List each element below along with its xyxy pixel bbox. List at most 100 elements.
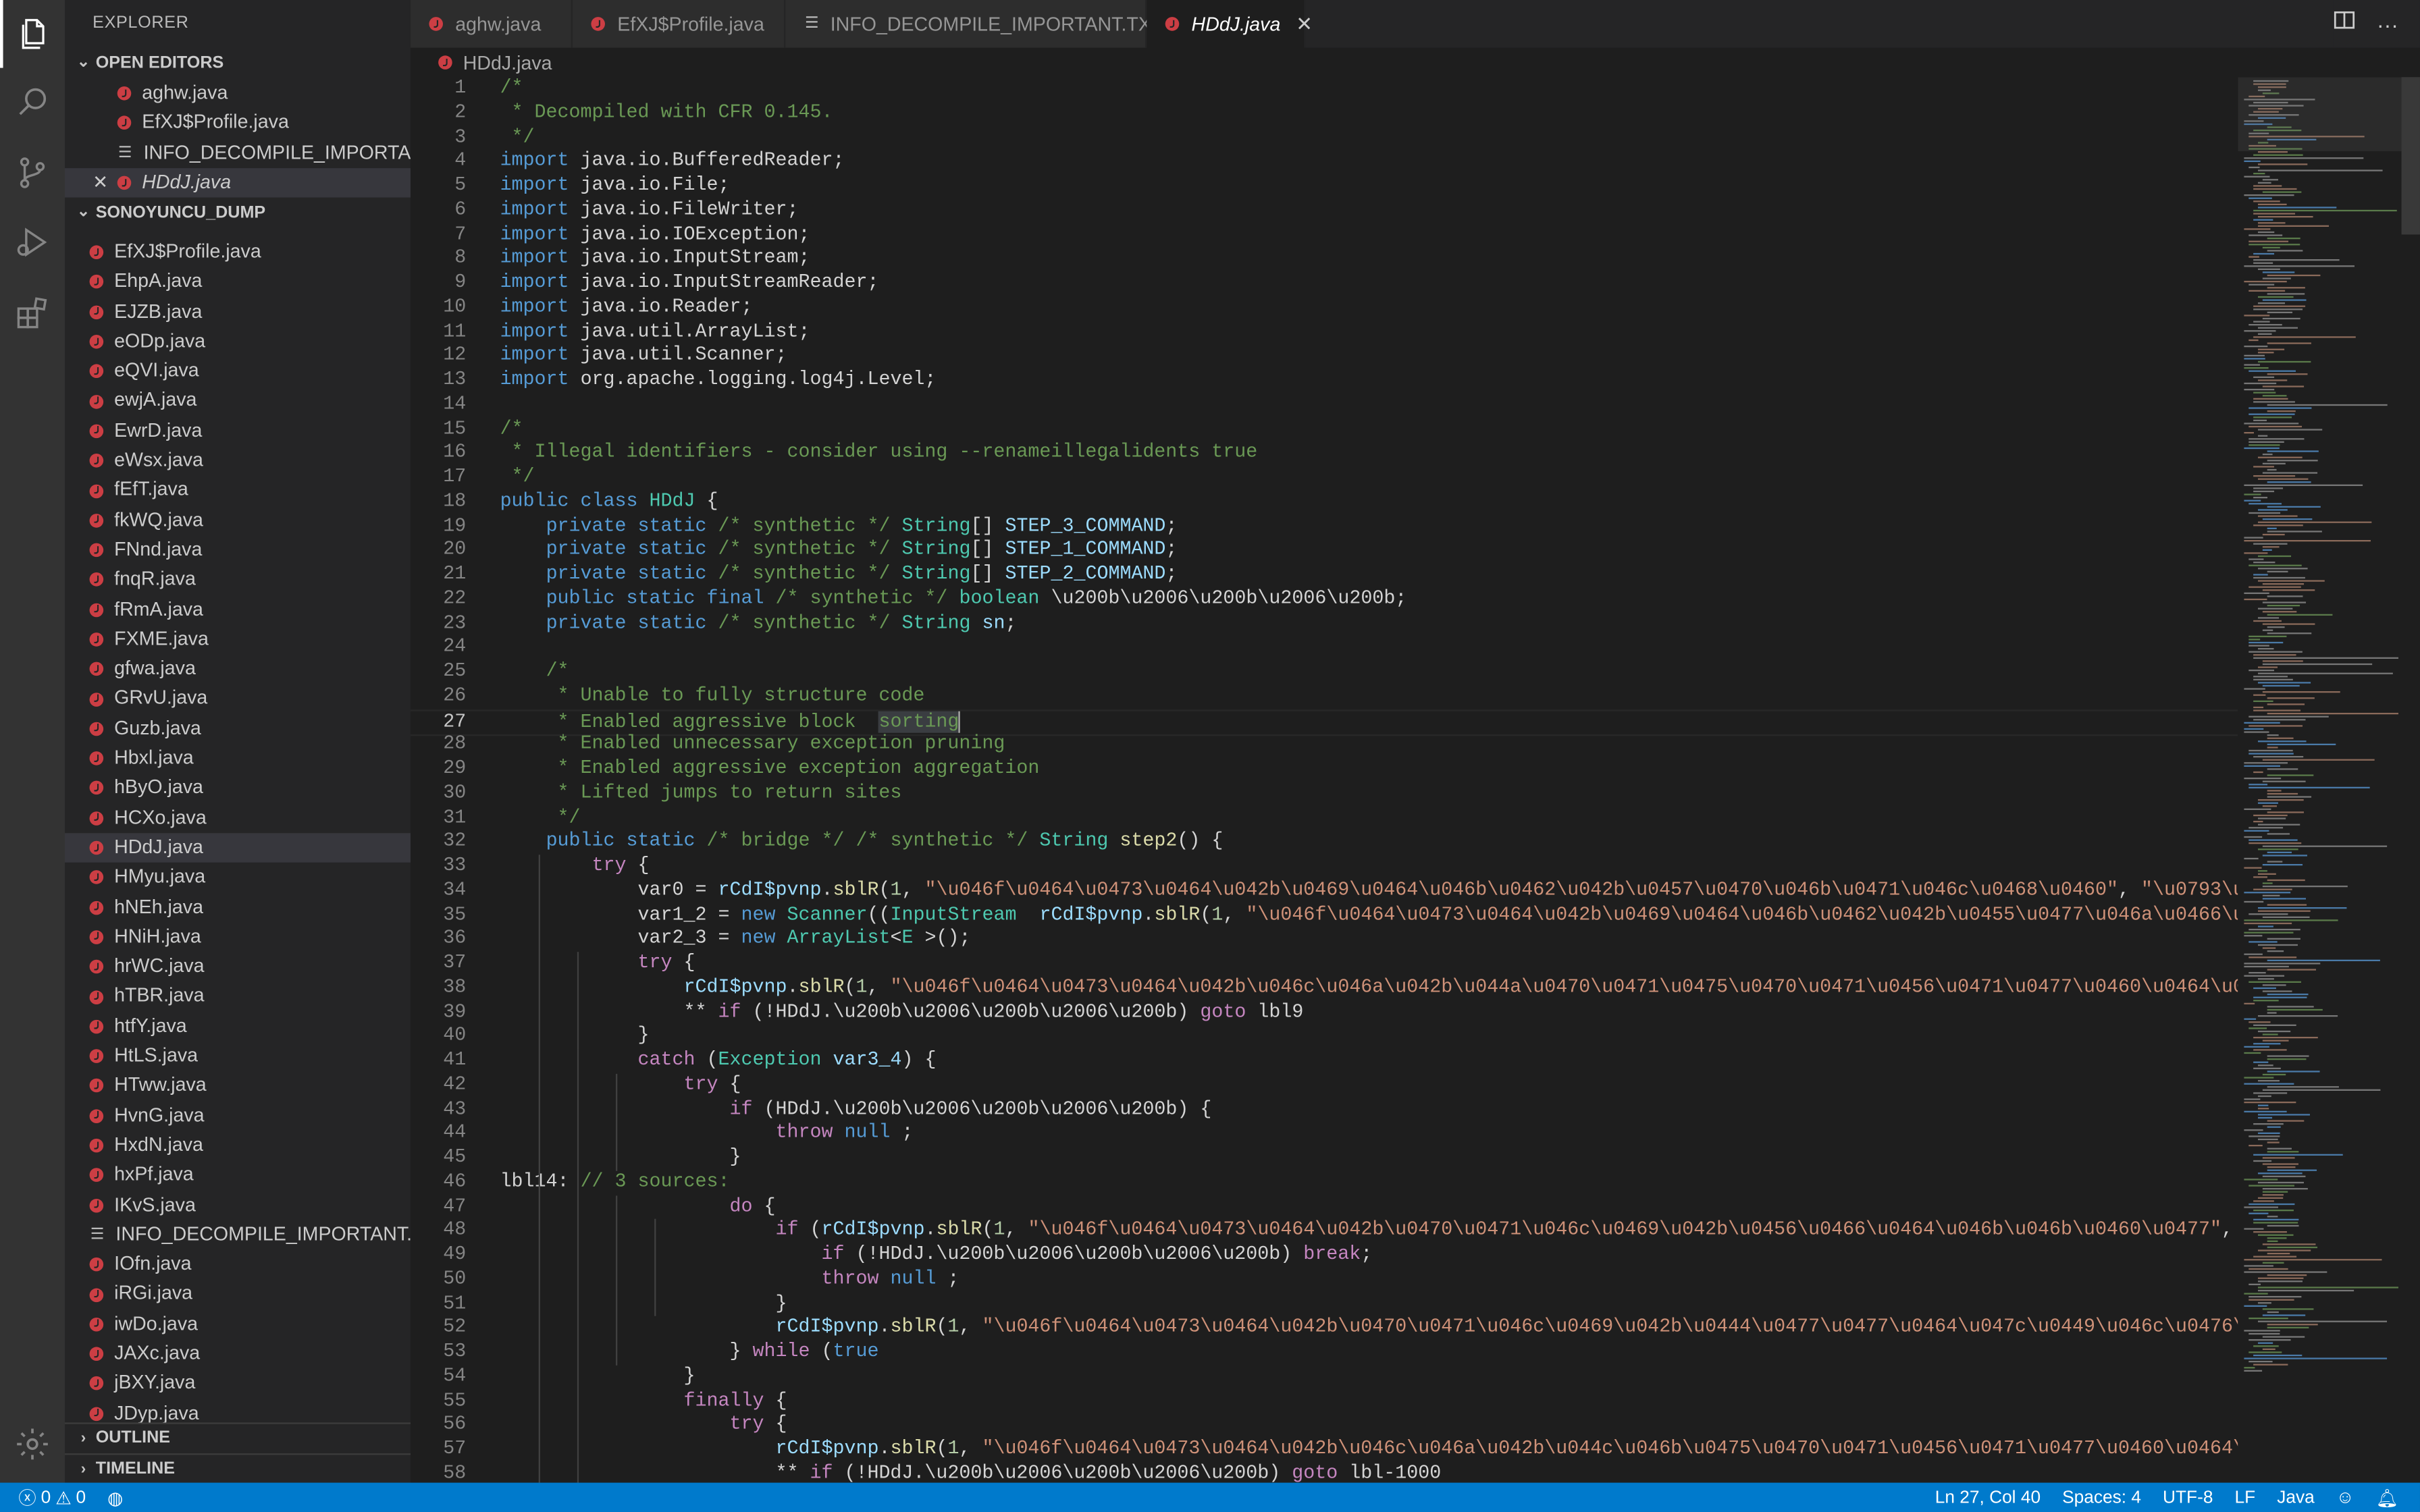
code-line[interactable]: 56 try { — [411, 1413, 2238, 1438]
open-editor-item[interactable]: ☰ INFO_DECOMPILE_IMPORTANT.... — [65, 138, 411, 168]
close-icon[interactable]: ✕ — [93, 168, 117, 198]
file-item[interactable]: fEfT.java — [65, 476, 411, 506]
files-icon[interactable] — [0, 0, 65, 68]
file-item[interactable]: HCXo.java — [65, 803, 411, 833]
code-line[interactable]: 16 * Illegal identifiers - consider usin… — [411, 441, 2238, 466]
code-line[interactable]: 28 * Enabled unnecessary exception pruni… — [411, 733, 2238, 757]
folder-header[interactable]: ⌄ SONOYUNCU_DUMP — [65, 198, 411, 229]
code-line[interactable]: 46 lbl14: // 3 sources: — [411, 1170, 2238, 1195]
file-item[interactable]: fnqR.java — [65, 565, 411, 595]
code-line[interactable]: 32 public static /* bridge */ /* synthet… — [411, 830, 2238, 855]
file-item[interactable]: FNnd.java — [65, 535, 411, 565]
code-line[interactable]: 30 * Lifted jumps to return sites — [411, 782, 2238, 806]
code-line[interactable]: 9 import java.io.InputStreamReader; — [411, 271, 2238, 296]
file-item[interactable]: IOfn.java — [65, 1250, 411, 1280]
file-item[interactable]: ewjA.java — [65, 387, 411, 416]
code-line[interactable]: 37 try { — [411, 952, 2238, 976]
encoding[interactable]: UTF-8 — [2163, 1488, 2213, 1507]
file-item[interactable]: eWsx.java — [65, 446, 411, 476]
file-item[interactable]: HtLS.java — [65, 1042, 411, 1071]
file-item[interactable]: eQVI.java — [65, 356, 411, 386]
bell-icon[interactable]: 🔔︎ — [2376, 1486, 2398, 1508]
code-line[interactable]: 40 } — [411, 1025, 2238, 1049]
code-line[interactable]: 29 * Enabled aggressive exception aggreg… — [411, 757, 2238, 782]
code-line[interactable]: 27 * Enabled aggressive block sorting — [410, 709, 2238, 736]
file-item[interactable]: HvnG.java — [65, 1101, 411, 1131]
indentation[interactable]: Spaces: 4 — [2062, 1488, 2141, 1507]
breadcrumb-file[interactable]: HDdJ.java — [463, 52, 552, 74]
tab-info-decompile[interactable]: ☰ INFO_DECOMPILE_IMPORTANT.TXT — [785, 0, 1163, 48]
file-item[interactable]: JDyp.java — [65, 1399, 411, 1424]
outline-header[interactable]: › OUTLINE — [65, 1424, 411, 1453]
code-line[interactable]: 33 try { — [411, 855, 2238, 879]
vertical-scrollbar[interactable] — [2401, 77, 2420, 1483]
tab-aghw[interactable]: aghw.java — [410, 0, 573, 48]
broadcast-icon[interactable]: ◍ — [107, 1486, 123, 1508]
file-item[interactable]: hTBR.java — [65, 982, 411, 1012]
file-item[interactable]: HDdJ.java — [64, 833, 411, 863]
code-line[interactable]: 2 * Decompiled with CFR 0.145. — [411, 101, 2238, 126]
code-line[interactable]: 20 private static /* synthetic */ String… — [411, 539, 2238, 563]
file-item[interactable]: hrWC.java — [65, 952, 411, 982]
open-editors-header[interactable]: ⌄ OPEN EDITORS — [65, 48, 411, 79]
file-item[interactable]: hxPf.java — [65, 1160, 411, 1190]
end-of-line[interactable]: LF — [2235, 1488, 2256, 1507]
code-line[interactable]: 10 import java.io.Reader; — [411, 296, 2238, 320]
code-editor[interactable]: 1/* 2 * Decompiled with CFR 0.145. 3 */4 im… — [410, 77, 2238, 1483]
feedback-icon[interactable]: ☺ — [2336, 1488, 2355, 1507]
code-line[interactable]: 36 var2_3 = new ArrayList<E >(); — [411, 927, 2238, 952]
code-line[interactable]: 22 public static final /* synthetic */ b… — [411, 587, 2238, 612]
code-line[interactable]: 18 public class HDdJ { — [411, 490, 2238, 514]
code-line[interactable]: 58 ** if (!HDdJ.\u200b\u2006\u200b\u2006… — [411, 1462, 2238, 1482]
file-item[interactable]: Guzb.java — [65, 714, 411, 744]
problems-indicator[interactable]: ⓧ 0 ⚠ 0 — [18, 1485, 86, 1510]
extensions-icon[interactable] — [0, 279, 65, 348]
code-line[interactable]: 24 — [411, 636, 2238, 660]
open-editor-item[interactable]: aghw.java — [65, 79, 411, 109]
file-item[interactable]: EwrD.java — [65, 416, 411, 446]
code-line[interactable]: 47 do { — [411, 1195, 2238, 1219]
code-line[interactable]: 50 throw null ; — [411, 1268, 2238, 1292]
more-actions-icon[interactable]: ··· — [2377, 11, 2398, 36]
code-line[interactable]: 3 */ — [411, 126, 2238, 150]
code-line[interactable]: 54 } — [411, 1365, 2238, 1389]
code-line[interactable]: 51 } — [411, 1292, 2238, 1316]
file-item[interactable]: HMyu.java — [65, 863, 411, 892]
file-item[interactable]: ☰ INFO_DECOMPILE_IMPORTANT.TXT — [65, 1220, 411, 1250]
file-item[interactable]: fRmA.java — [65, 595, 411, 624]
code-line[interactable]: 13 import org.apache.logging.log4j.Level; — [411, 369, 2238, 393]
code-line[interactable]: 15 /* — [411, 417, 2238, 441]
code-line[interactable]: 35 var1_2 = new Scanner((InputStream rCd… — [411, 903, 2238, 927]
source-control-icon[interactable] — [0, 139, 65, 207]
file-item[interactable]: eODp.java — [65, 327, 411, 356]
code-line[interactable]: 1 /* — [411, 77, 2238, 101]
code-line[interactable]: 34 var0 = rCdI$pvnp.sblR(1, "\u046f\u046… — [411, 879, 2238, 903]
code-line[interactable]: 7 import java.io.IOException; — [411, 223, 2238, 247]
file-item[interactable]: IKvS.java — [65, 1190, 411, 1220]
minimap-viewport[interactable] — [2238, 77, 2402, 151]
file-item[interactable]: hByO.java — [65, 774, 411, 803]
file-item[interactable]: hNEh.java — [65, 892, 411, 922]
minimap[interactable] — [2238, 77, 2402, 1483]
file-item[interactable]: GRvU.java — [65, 684, 411, 714]
code-line[interactable]: 25 /* — [411, 660, 2238, 684]
code-line[interactable]: 17 */ — [411, 466, 2238, 490]
tab-efxj-profile[interactable]: EfXJ$Profile.java — [572, 0, 786, 48]
gear-icon[interactable] — [0, 1410, 65, 1478]
code-line[interactable]: 41 catch (Exception var3_4) { — [411, 1049, 2238, 1073]
file-item[interactable]: EJZB.java — [65, 297, 411, 327]
file-item[interactable]: htfY.java — [65, 1012, 411, 1042]
split-editor-icon[interactable] — [2334, 9, 2355, 38]
code-line[interactable]: 19 private static /* synthetic */ String… — [411, 514, 2238, 539]
code-line[interactable]: 55 finally { — [411, 1389, 2238, 1413]
search-icon[interactable] — [0, 68, 65, 136]
scrollbar-thumb[interactable] — [2401, 77, 2420, 235]
run-debug-icon[interactable] — [0, 209, 65, 277]
file-item[interactable]: EfXJ$Profile.java — [65, 238, 411, 267]
code-line[interactable]: 53 } while (true — [411, 1341, 2238, 1365]
code-line[interactable]: 52 rCdI$pvnp.sblR(1, "\u046f\u0464\u0473… — [411, 1316, 2238, 1341]
file-item[interactable]: JAXc.java — [65, 1339, 411, 1369]
code-line[interactable]: 42 try { — [411, 1073, 2238, 1098]
code-line[interactable]: 38 rCdI$pvnp.sblR(1, "\u046f\u0464\u0473… — [411, 976, 2238, 1000]
code-line[interactable]: 49 if (!HDdJ.\u200b\u2006\u200b\u2006\u2… — [411, 1243, 2238, 1268]
